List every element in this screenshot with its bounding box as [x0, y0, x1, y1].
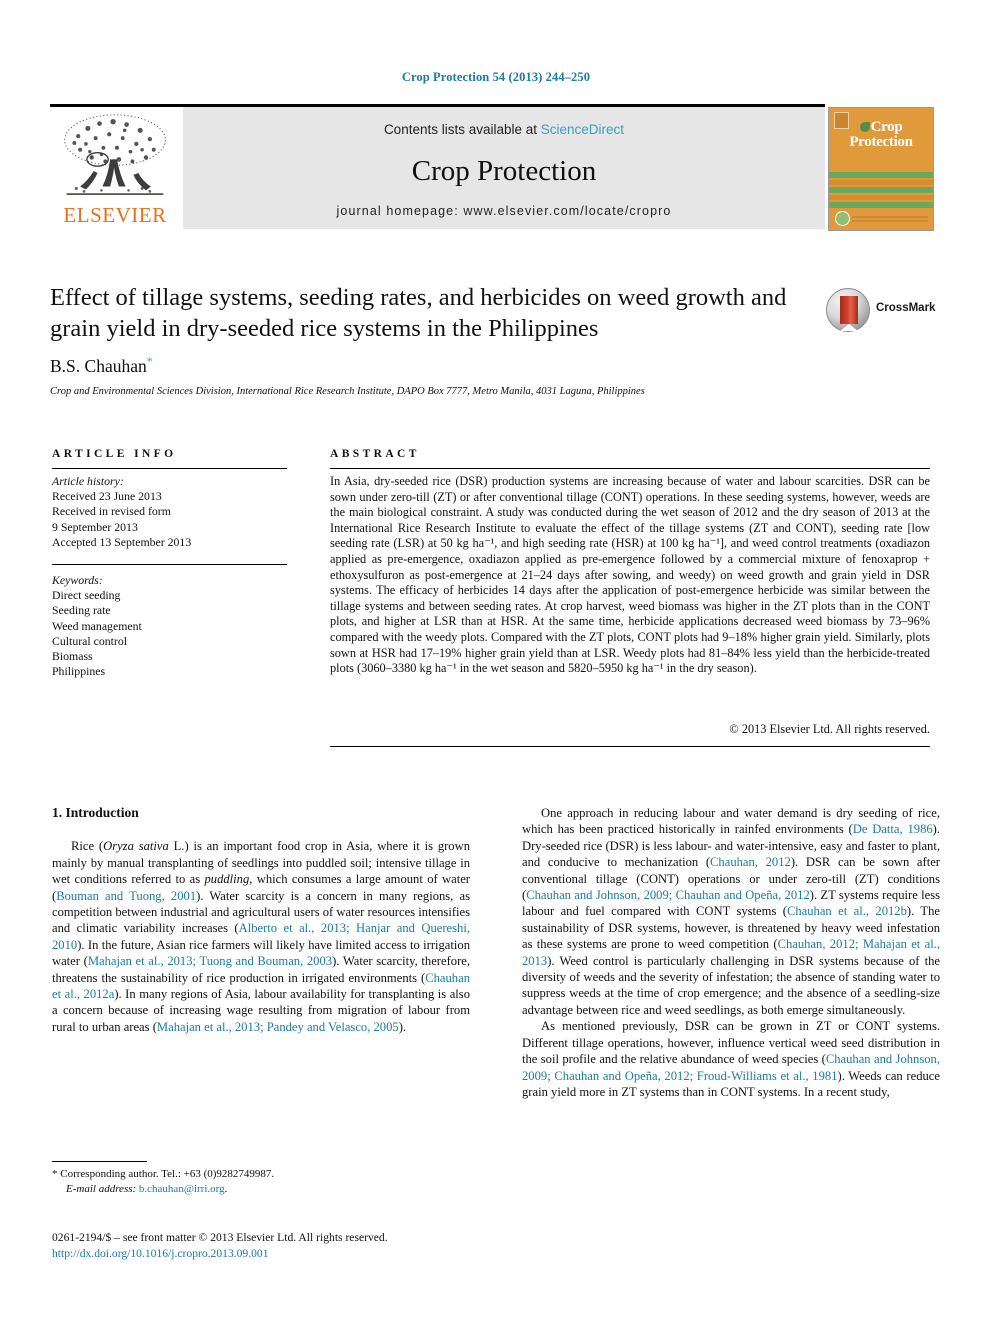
- body-column-right: One approach in reducing labour and wate…: [522, 805, 940, 1100]
- keywords-rule: [52, 564, 287, 566]
- citation-link[interactable]: Chauhan, 2012; Mahajan et al., 2013: [522, 937, 940, 967]
- paragraph: As mentioned previously, DSR can be grow…: [522, 1019, 940, 1099]
- author-name: B.S. Chauhan: [50, 355, 147, 376]
- page-title: Effect of tillage systems, seeding rates…: [50, 284, 787, 342]
- section-heading-introduction: 1. Introduction: [52, 805, 139, 820]
- email-label: E-mail address:: [66, 1182, 137, 1195]
- keyword-item: Cultural control: [52, 633, 128, 648]
- cover-title-line2: Protection: [849, 134, 913, 150]
- citation-link[interactable]: Chauhan and Johnson, 2009; Chauhan and O…: [526, 888, 810, 902]
- species-name: Oryza sativa: [103, 839, 169, 854]
- abstract-text: In Asia, dry-seeded rice (DSR) productio…: [330, 474, 930, 676]
- citation-link[interactable]: Chauhan et al., 2012a: [52, 971, 470, 1001]
- sciencedirect-panel: Contents lists available at ScienceDirec…: [183, 107, 825, 229]
- info-rule: [52, 468, 287, 469]
- cover-stripe: [829, 180, 933, 185]
- history-item: 9 September 2013: [52, 519, 138, 534]
- keywords-label: Keywords:: [52, 573, 103, 588]
- globe-icon: [835, 211, 850, 226]
- keyword-item: Seeding rate: [52, 603, 111, 618]
- history-item: Received 23 June 2013: [52, 489, 162, 504]
- elsevier-tree-icon: [64, 114, 166, 195]
- keyword-item: Weed management: [52, 618, 142, 633]
- affiliation: Crop and Environmental Sciences Division…: [50, 386, 645, 397]
- contents-line: Contents lists available at ScienceDirec…: [183, 122, 825, 137]
- citation-link[interactable]: Mahajan et al., 2013; Tuong and Bouman, …: [88, 954, 332, 968]
- cover-footer-text: [852, 216, 928, 225]
- citation-link[interactable]: De Datta, 1986: [853, 822, 933, 836]
- cover-bottom-band: [829, 210, 933, 230]
- elsevier-logo: ELSEVIER: [50, 107, 180, 229]
- elsevier-wordmark: ELSEVIER: [63, 203, 167, 227]
- cover-stripe: [829, 195, 933, 200]
- leaf-icon: [859, 122, 870, 132]
- keyword-item: Biomass: [52, 649, 93, 664]
- journal-masthead: ELSEVIER Contents lists available at Sci…: [50, 107, 825, 229]
- abstract-rule: [330, 468, 930, 469]
- abstract-bottom-rule: [330, 746, 930, 747]
- citation-link[interactable]: Mahajan et al., 2013; Pandey and Velasco…: [157, 1020, 399, 1034]
- keyword-item: Philippines: [52, 664, 106, 679]
- paper-page: Crop Protection 54 (2013) 244–250 ELSEVI…: [0, 0, 992, 1323]
- contents-prefix: Contents lists available at: [383, 122, 541, 137]
- sciencedirect-link[interactable]: ScienceDirect: [541, 122, 624, 137]
- article-info-block: Article history: Received 23 June 2013 R…: [52, 474, 287, 679]
- imprint-line: 0261-2194/$ – see front matter © 2013 El…: [52, 1231, 388, 1244]
- email-note: E-mail address: b.chauhan@irri.org.: [52, 1182, 472, 1197]
- citation-link[interactable]: Chauhan, 2012: [710, 855, 791, 869]
- corresponding-author-text: Corresponding author. Tel.: +63 (0)92827…: [60, 1168, 275, 1180]
- crossmark-icon: [826, 288, 870, 332]
- email-trailing: .: [224, 1182, 228, 1195]
- cover-stripe: [829, 172, 933, 178]
- footnote-rule: [52, 1161, 147, 1162]
- crossmark-label: CrossMark: [876, 302, 936, 314]
- journal-cover-thumbnail: Crop Protection: [828, 107, 934, 231]
- cover-title: Crop Protection: [829, 120, 933, 150]
- imprint-block: 0261-2194/$ – see front matter © 2013 El…: [52, 1230, 492, 1262]
- footnote-block: * Corresponding author. Tel.: +63 (0)928…: [52, 1167, 472, 1196]
- article-info-heading: ARTICLE INFO: [52, 448, 177, 460]
- article-history-label: Article history:: [52, 474, 124, 488]
- keyword-item: Direct seeding: [52, 588, 121, 603]
- running-head: Crop Protection 54 (2013) 244–250: [401, 70, 591, 84]
- body-column-left: 1. Introduction Rice (Oryza sativa L.) i…: [52, 805, 470, 1035]
- cover-stripe: [829, 187, 933, 193]
- citation-link[interactable]: Alberto et al., 2013; Hanjar and Queresh…: [52, 921, 470, 951]
- citation-link[interactable]: Bouman and Tuong, 2001: [56, 889, 196, 903]
- journal-homepage[interactable]: journal homepage: www.elsevier.com/locat…: [183, 204, 825, 218]
- term-puddling: puddling: [204, 872, 250, 887]
- crossmark-book-icon: [840, 296, 858, 331]
- author-footnote-mark: *: [146, 354, 153, 368]
- email-link[interactable]: b.chauhan@irri.org: [139, 1183, 225, 1195]
- abstract-heading: ABSTRACT: [330, 448, 420, 460]
- abstract-copyright: © 2013 Elsevier Ltd. All rights reserved…: [729, 722, 930, 736]
- journal-title: Crop Protection: [411, 155, 597, 187]
- corresponding-author-note: * Corresponding author. Tel.: +63 (0)928…: [52, 1167, 472, 1182]
- paragraph: Rice (Oryza sativa L.) is an important f…: [52, 839, 471, 1034]
- author-list: B.S. Chauhan*: [50, 354, 750, 377]
- history-item: Received in revised form: [52, 504, 171, 519]
- citation-link[interactable]: Chauhan and Johnson, 2009; Chauhan and O…: [522, 1052, 940, 1082]
- history-item: Accepted 13 September 2013: [52, 534, 192, 549]
- cover-title-line1: Crop: [870, 119, 903, 135]
- cover-stripe: [829, 202, 933, 208]
- footnote-mark: *: [52, 1168, 58, 1180]
- crossmark-badge[interactable]: CrossMark: [826, 288, 936, 332]
- doi-link[interactable]: http://dx.doi.org/10.1016/j.cropro.2013.…: [52, 1246, 492, 1262]
- citation-link[interactable]: Chauhan et al., 2012b: [787, 904, 907, 918]
- paragraph: One approach in reducing labour and wate…: [522, 806, 941, 1017]
